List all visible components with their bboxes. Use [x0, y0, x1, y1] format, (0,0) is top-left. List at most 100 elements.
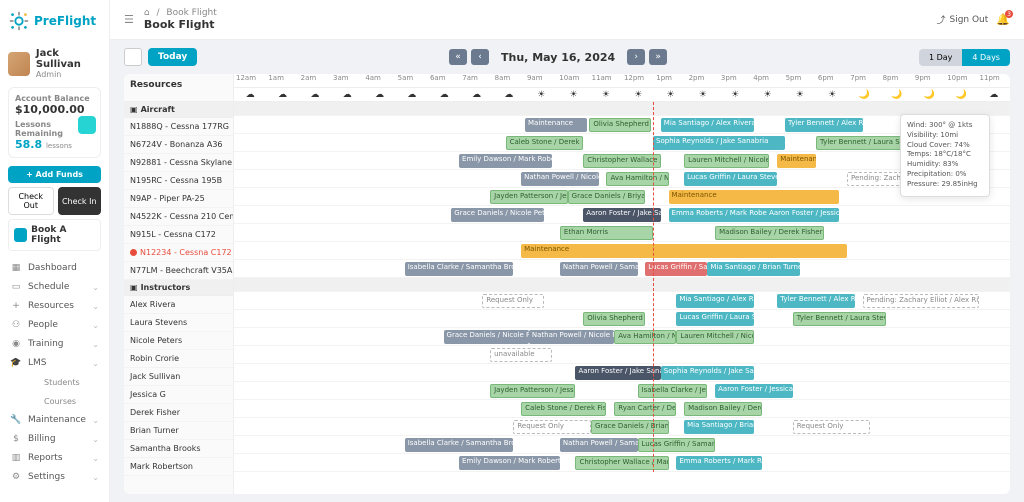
booking-event[interactable]: Emma Roberts / Mark Robe Aaron Foster / …	[669, 208, 840, 222]
booking-event[interactable]: Mia Santiago / Alex Rivera	[661, 118, 754, 132]
timeline-row[interactable]: Emily Dawson / Mark Robertson Christopher…	[234, 454, 1010, 472]
check-in-button[interactable]: Check In	[58, 187, 102, 215]
profile[interactable]: Jack Sullivan Admin	[8, 44, 101, 83]
booking-event[interactable]: Nathan Powell / Nicole Pete	[521, 172, 599, 186]
next-month-button[interactable]: »	[649, 49, 667, 65]
add-funds-button[interactable]: + Add Funds	[8, 166, 101, 183]
timeline-row[interactable]: Request Only Mia Santiago / Alex Rivera Ty…	[234, 292, 1010, 310]
today-button[interactable]: Today	[148, 48, 197, 66]
booking-event[interactable]: Nathan Powell / Samantha Brooks	[560, 438, 638, 452]
booking-event[interactable]: Maintenance	[777, 154, 816, 168]
booking-event[interactable]: Ava Hamilton / Nicole Peters	[614, 330, 676, 344]
timeline-row[interactable]: Maintenance	[234, 242, 1010, 260]
booking-event[interactable]: Mia Santiago / Brian Turner	[707, 262, 800, 276]
nav-settings[interactable]: ⚙Settings⌄	[8, 468, 101, 486]
booking-event[interactable]: Jayden Patterson / Jessica G	[490, 190, 568, 204]
booking-event[interactable]: Request Only	[482, 294, 544, 308]
resource-row[interactable]: N195RC - Cessna 195B	[124, 172, 233, 190]
booking-event[interactable]: Olivia Shepherd / Laura Steve	[583, 312, 645, 326]
booking-event[interactable]: unavailable	[490, 348, 552, 362]
booking-event[interactable]: Madison Bailey / Derek Fisher	[715, 226, 824, 240]
booking-event[interactable]: Maintenance	[521, 244, 847, 258]
booking-event[interactable]: Jayden Patterson / Jessica G	[490, 384, 575, 398]
booking-event[interactable]: Nathan Powell / Nicole Peters	[529, 330, 614, 344]
booking-event[interactable]: Request Only	[793, 420, 871, 434]
booking-event[interactable]: Tyler Bennett / Alex Rivera	[777, 294, 855, 308]
booking-event[interactable]: Aaron Foster / Jake Sanabria	[583, 208, 661, 222]
nav-resources[interactable]: +Resources⌄	[8, 297, 101, 315]
sign-out-button[interactable]: ⤴ Sign Out	[936, 13, 988, 26]
book-flight-button[interactable]: Book A Flight	[8, 219, 101, 251]
booking-event[interactable]: Madison Bailey / Derek Fisher	[684, 402, 762, 416]
view-4day-button[interactable]: 4 Days	[962, 49, 1010, 66]
booking-event[interactable]: Emma Roberts / Mark Robertson	[676, 456, 761, 470]
timeline-row[interactable]: Aaron Foster / Jake SanabriaSophia Reyno…	[234, 364, 1010, 382]
nav-lms[interactable]: 🎓LMS⌄	[8, 354, 101, 372]
check-out-button[interactable]: Check Out	[8, 187, 54, 215]
group-instructors[interactable]: ▣ Instructors	[124, 280, 233, 296]
chat-icon[interactable]	[78, 116, 96, 134]
resource-row[interactable]: Brian Turner	[124, 422, 233, 440]
booking-event[interactable]: Sophia Reynolds / Jake Sanabria	[661, 366, 754, 380]
booking-event[interactable]: Request Only	[513, 420, 591, 434]
timeline-row[interactable]: Grace Daniels / Nicole Pete Aaron Foster …	[234, 206, 1010, 224]
resource-row[interactable]: Derek Fisher	[124, 404, 233, 422]
timeline-row[interactable]: Olivia Shepherd / Laura SteveLucas Griff…	[234, 310, 1010, 328]
nav-reports[interactable]: ▥Reports⌄	[8, 449, 101, 467]
booking-event[interactable]: Grace Daniels / Nicole Pete	[451, 208, 544, 222]
timeline-row[interactable]: Caleb Stone / Derek FisherSophia Reynold…	[234, 134, 1010, 152]
timeline-row[interactable]: unavailable	[234, 346, 1010, 364]
calendar-icon[interactable]	[124, 48, 142, 66]
booking-event[interactable]: Isabella Clarke / Jessica G	[638, 384, 708, 398]
nav-schedule[interactable]: ▭Schedule⌄	[8, 278, 101, 296]
resource-row[interactable]: N77LM - Beechcraft V35A	[124, 262, 233, 280]
booking-event[interactable]: Isabella Clarke / Samantha Brooks	[405, 262, 514, 276]
booking-event[interactable]: Olivia Shepherd / Laura Ste	[589, 118, 651, 132]
timeline-row[interactable]: Nathan Powell / Nicole PeteAva Hamilton …	[234, 170, 1010, 188]
resource-row[interactable]: Laura Stevens	[124, 314, 233, 332]
nav-dashboard[interactable]: ▦Dashboard	[8, 259, 101, 277]
next-day-button[interactable]: ›	[627, 49, 645, 65]
timeline-row[interactable]: Caleb Stone / Derek FisherRyan Carter / …	[234, 400, 1010, 418]
nav-maintenance[interactable]: 🔧Maintenance⌄	[8, 411, 101, 429]
booking-event[interactable]: Tyler Bennett / Laura Stevens	[793, 312, 886, 326]
booking-event[interactable]: Christopher Wallace / Mark Robertson	[575, 456, 668, 470]
prev-month-button[interactable]: «	[449, 49, 467, 65]
booking-event[interactable]: Ethan Morris	[560, 226, 653, 240]
timeline-row[interactable]: Emily Dawson / Mark RobertsonChristopher…	[234, 152, 1010, 170]
booking-event[interactable]: Christopher Wallace / Mark	[583, 154, 661, 168]
booking-event[interactable]: Emily Dawson / Mark Robertson	[459, 456, 560, 470]
timeline-row[interactable]: Isabella Clarke / Samantha Brooks Nathan …	[234, 436, 1010, 454]
group-aircraft[interactable]: ▣ Aircraft	[124, 102, 233, 118]
booking-event[interactable]: Tyler Bennett / Alex Rivera	[785, 118, 863, 132]
booking-event[interactable]: Isabella Clarke / Samantha Brooks	[405, 438, 514, 452]
booking-event[interactable]: Maintenance	[525, 118, 587, 132]
booking-event[interactable]: Tyler Bennett / Laura Steve	[816, 136, 909, 150]
resource-row[interactable]: N1888Q - Cessna 177RG	[124, 118, 233, 136]
resource-row[interactable]: Jack Sullivan	[124, 368, 233, 386]
resource-row[interactable]: Mark Robertson	[124, 458, 233, 476]
resource-row[interactable]: N6724V - Bonanza A36	[124, 136, 233, 154]
resource-row[interactable]: N4522K - Cessna 210 Centurion	[124, 208, 233, 226]
nav-training[interactable]: ◉Training⌄	[8, 335, 101, 353]
breadcrumb-page[interactable]: Book Flight	[166, 8, 216, 18]
booking-event[interactable]: Sophia Reynolds / Jake Sanabria	[653, 136, 785, 150]
booking-event[interactable]: Aaron Foster / Jake Sanabria	[575, 366, 660, 380]
nav-courses[interactable]: Courses	[8, 392, 101, 410]
booking-event[interactable]: Maintenance	[669, 190, 840, 204]
timeline-row[interactable]: Jayden Patterson / Jessica G Isabella Cla…	[234, 382, 1010, 400]
notifications-icon[interactable]: 🔔3	[996, 13, 1010, 26]
timeline-row[interactable]: Ethan Morris Madison Bailey / Derek Fishe…	[234, 224, 1010, 242]
booking-event[interactable]: Grace Daniels / Briya Turne	[568, 190, 646, 204]
booking-event[interactable]: Grace Daniels / Nicole Peters	[444, 330, 529, 344]
nav-billing[interactable]: $Billing⌄	[8, 430, 101, 448]
timeline-row[interactable]: Grace Daniels / Nicole PetersNathan Powe…	[234, 328, 1010, 346]
booking-event[interactable]: Mia Santiago / Alex Rivera	[676, 294, 754, 308]
timeline-row[interactable]: MaintenanceOlivia Shepherd / Laura Ste Mi…	[234, 116, 1010, 134]
resource-row[interactable]: Jessica G	[124, 386, 233, 404]
nav-students[interactable]: Students	[8, 373, 101, 391]
booking-event[interactable]: Pending: Zachary Elliot / Alex Rivera	[863, 294, 979, 308]
menu-toggle-icon[interactable]: ☰	[124, 13, 134, 26]
booking-event[interactable]: Lucas Griffin / Samantha B	[645, 262, 707, 276]
timeline-row[interactable]: Request OnlyGrace Daniels / Brian Turner…	[234, 418, 1010, 436]
